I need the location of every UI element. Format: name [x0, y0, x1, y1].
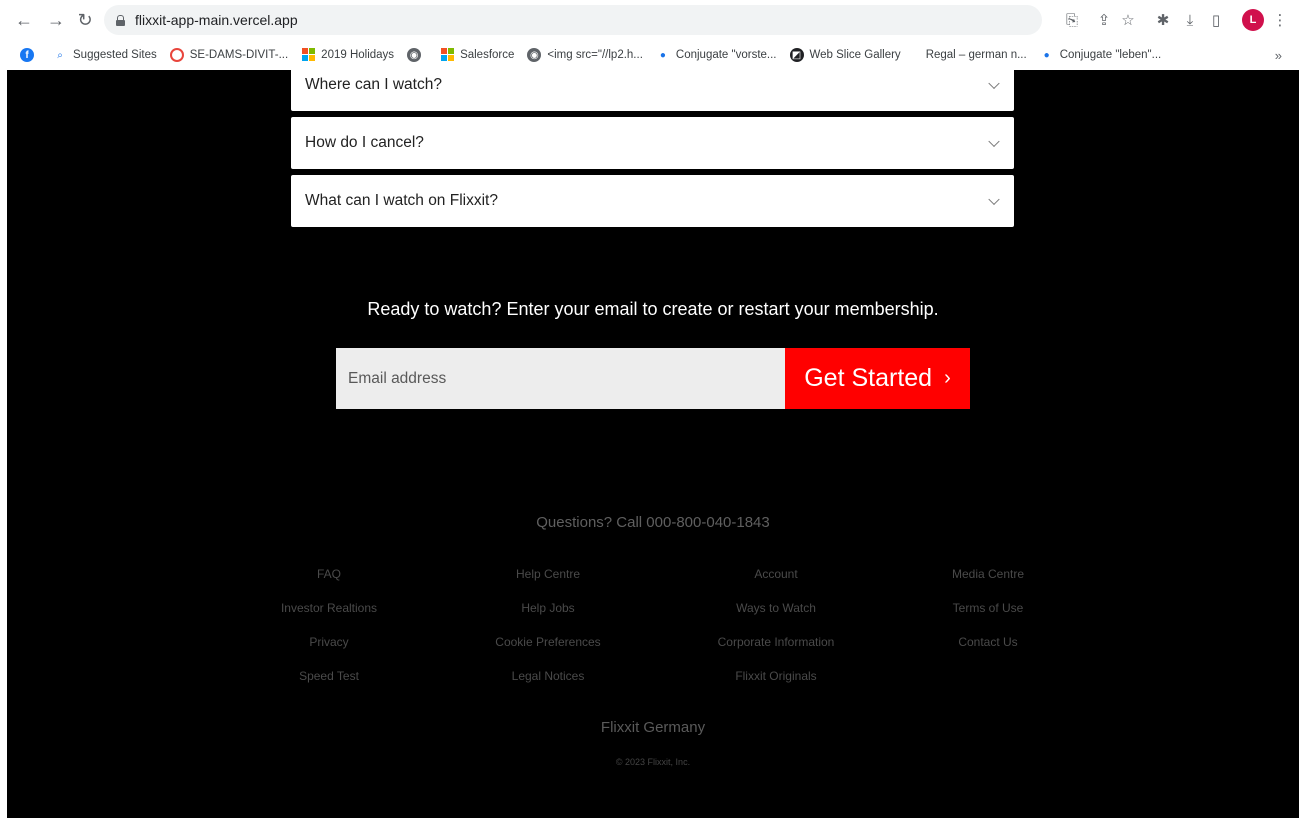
bookmark-2019-holidays[interactable]: 2019 Holidays [301, 48, 394, 62]
footer-phone-text: Questions? Call 000-800-040-1843 [536, 514, 770, 531]
page-content: Where can I watch? How do I cancel? What… [7, 70, 1299, 818]
footer-link-help-jobs[interactable]: Help Jobs [448, 601, 648, 615]
footer-link-corporate-information[interactable]: Corporate Information [676, 635, 876, 649]
footer-link-flixxit-originals[interactable]: Flixxit Originals [676, 669, 876, 683]
bookmarks-bar: f ⌕ Suggested Sites SE-DAMS-DIVIT-... 20… [0, 40, 1302, 70]
footer-link-legal-notices[interactable]: Legal Notices [448, 669, 648, 683]
reload-icon[interactable]: ↻ [73, 8, 97, 32]
faq-question: What can I watch on Flixxit? [305, 192, 498, 209]
bookmark-salesforce[interactable]: Salesforce [440, 48, 514, 62]
menu-kebab-icon[interactable]: ⋮ [1270, 10, 1290, 30]
forward-icon[interactable]: → [44, 8, 68, 32]
extensions-icon[interactable]: ✱ [1153, 10, 1173, 30]
globe-icon: ◉ [527, 48, 542, 62]
footer-link-investor-relations[interactable]: Investor Realtions [229, 601, 429, 615]
bookmark-facebook[interactable]: f [20, 48, 40, 62]
address-bar[interactable]: flixxit-app-main.vercel.app [104, 5, 1042, 35]
bookmark-suggested-sites[interactable]: ⌕ Suggested Sites [53, 48, 157, 62]
faq-item-where-to-watch[interactable]: Where can I watch? [291, 70, 1014, 111]
share-icon[interactable]: ⇪ [1094, 10, 1114, 30]
browser-toolbar: ← → ↻ flixxit-app-main.vercel.app ⎘ ⇪ ☆ … [0, 0, 1302, 40]
chevron-down-icon [988, 77, 1000, 90]
email-input[interactable] [336, 348, 785, 409]
footer-link-terms-of-use[interactable]: Terms of Use [888, 601, 1088, 615]
get-started-button[interactable]: Get Started › [785, 348, 970, 409]
footer-link-contact-us[interactable]: Contact Us [888, 635, 1088, 649]
install-app-icon[interactable]: ⎘ [1062, 10, 1082, 30]
bookmark-web-slice-gallery[interactable]: ◩ Web Slice Gallery [789, 48, 901, 62]
bookmark-star-icon[interactable]: ☆ [1118, 10, 1138, 30]
profile-avatar[interactable]: L [1242, 9, 1264, 31]
footer-link-ways-to-watch[interactable]: Ways to Watch [676, 601, 876, 615]
footer-link-help-centre[interactable]: Help Centre [448, 567, 648, 581]
bookmark-conjugate-leben[interactable]: ● Conjugate "leben"... [1040, 48, 1162, 62]
globe-icon: ◉ [407, 48, 422, 62]
chevron-down-icon [988, 135, 1000, 148]
faq-question: How do I cancel? [305, 134, 424, 151]
more-bookmarks-icon[interactable]: » [1275, 48, 1282, 63]
footer-link-account[interactable]: Account [676, 567, 876, 581]
bookmark-se-dams[interactable]: SE-DAMS-DIVIT-... [169, 48, 288, 62]
bookmark-conjugate-vorste[interactable]: ● Conjugate "vorste... [656, 48, 777, 62]
lock-icon [116, 14, 125, 26]
footer-link-media-centre[interactable]: Media Centre [888, 567, 1088, 581]
bookmark-img-src[interactable]: ◉ <img src="//lp2.h... [527, 48, 643, 62]
side-panel-icon[interactable]: ▯ [1206, 10, 1226, 30]
footer-copyright: © 2023 Flixxit, Inc. [615, 757, 691, 767]
footer-link-faq[interactable]: FAQ [229, 567, 429, 581]
web-slice-icon: ◩ [789, 48, 804, 62]
chevron-right-icon: › [944, 367, 951, 389]
pin-icon: ● [659, 49, 666, 61]
bookmark-regal-german[interactable]: Regal – german n... [926, 49, 1027, 61]
facebook-icon: f [20, 48, 34, 62]
download-icon[interactable]: ⤓ [1180, 10, 1200, 30]
search-icon: ⌕ [57, 49, 63, 61]
faq-item-cancel[interactable]: How do I cancel? [291, 117, 1014, 169]
microsoft-icon [440, 48, 454, 62]
pin-icon: ● [1043, 49, 1050, 61]
footer-link-privacy[interactable]: Privacy [229, 635, 429, 649]
microsoft-icon [301, 48, 315, 62]
faq-question: Where can I watch? [305, 76, 442, 93]
membership-cta-text: Ready to watch? Enter your email to crea… [367, 299, 939, 319]
chevron-down-icon [988, 193, 1000, 206]
url-text: flixxit-app-main.vercel.app [135, 12, 298, 28]
bookmark-globe[interactable]: ◉ [407, 48, 427, 62]
faq-item-what-to-watch[interactable]: What can I watch on Flixxit? [291, 175, 1014, 227]
footer-link-speed-test[interactable]: Speed Test [229, 669, 429, 683]
get-started-label: Get Started [804, 364, 933, 392]
footer-brand: Flixxit Germany [600, 719, 706, 736]
footer-link-cookie-preferences[interactable]: Cookie Preferences [448, 635, 648, 649]
back-icon[interactable]: ← [12, 8, 36, 32]
target-icon [169, 48, 184, 62]
